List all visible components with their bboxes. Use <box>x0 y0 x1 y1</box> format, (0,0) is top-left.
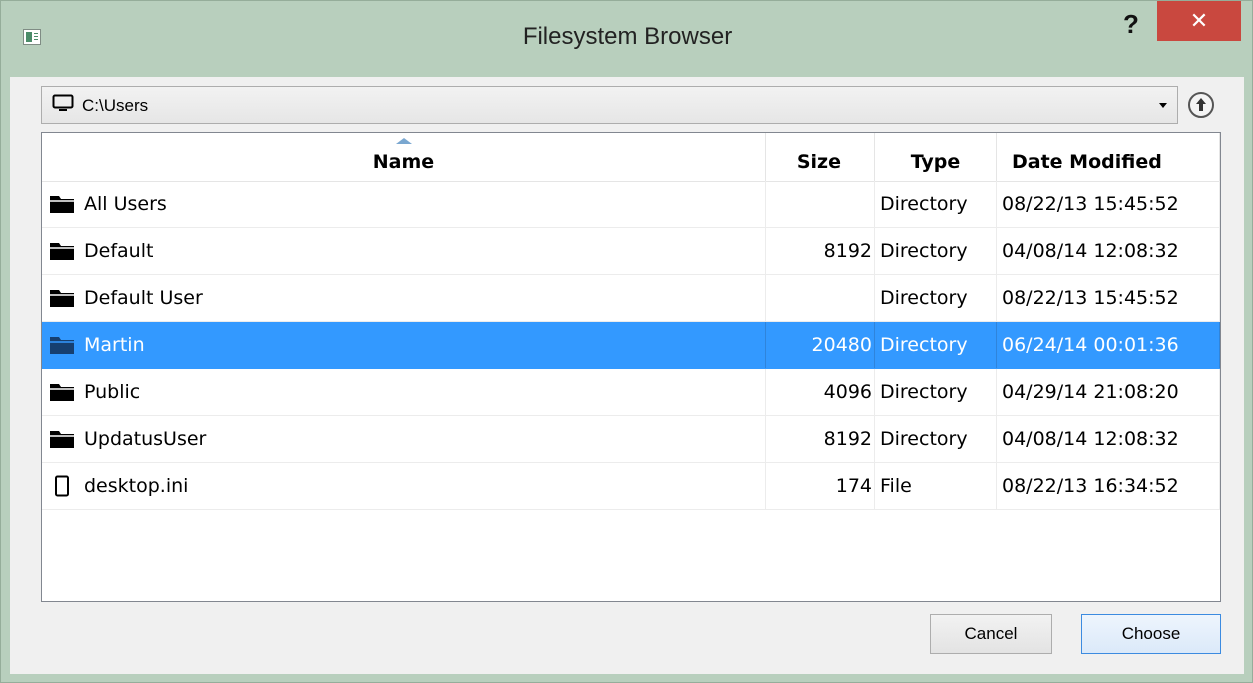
cell-size: 8192 <box>766 416 875 462</box>
column-header-type[interactable]: Type <box>875 133 997 181</box>
title-bar[interactable]: Filesystem Browser ? ✕ <box>1 1 1252 77</box>
table-row[interactable]: Martin 20480 Directory 06/24/14 00:01:36 <box>42 322 1220 369</box>
cell-date: 04/29/14 21:08:20 <box>997 369 1220 415</box>
file-icon <box>55 475 69 497</box>
table-row[interactable]: Public 4096 Directory 04/29/14 21:08:20 <box>42 369 1220 416</box>
cell-type: Directory <box>875 228 997 274</box>
table-row[interactable]: desktop.ini 174 File 08/22/13 16:34:52 <box>42 463 1220 510</box>
chevron-down-icon[interactable] <box>1159 103 1167 108</box>
choose-button[interactable]: Choose <box>1081 614 1221 654</box>
help-button[interactable]: ? <box>1111 1 1151 41</box>
cell-size: 174 <box>766 463 875 509</box>
table-row[interactable]: Default 8192 Directory 04/08/14 12:08:32 <box>42 228 1220 275</box>
window-title: Filesystem Browser <box>522 23 733 50</box>
cell-type: Directory <box>875 322 997 368</box>
table-row[interactable]: UpdatusUser 8192 Directory 04/08/14 12:0… <box>42 416 1220 463</box>
cell-size: 8192 <box>766 228 875 274</box>
column-header-name[interactable]: Name <box>42 133 766 181</box>
file-list[interactable]: Name Size Type Date Modified All Users D… <box>41 132 1221 602</box>
folder-icon <box>50 243 74 260</box>
cell-size <box>766 275 875 321</box>
folder-icon <box>50 337 74 354</box>
cell-type: File <box>875 463 997 509</box>
close-icon: ✕ <box>1189 8 1209 34</box>
cell-name: desktop.ini <box>42 463 766 509</box>
cell-type: Directory <box>875 275 997 321</box>
folder-icon <box>50 431 74 448</box>
folder-icon <box>50 290 74 307</box>
table-row[interactable]: All Users Directory 08/22/13 15:45:52 <box>42 181 1220 228</box>
list-rows: All Users Directory 08/22/13 15:45:52 De… <box>42 181 1220 510</box>
column-header-size[interactable]: Size <box>766 133 875 181</box>
computer-icon <box>52 94 74 111</box>
cell-name: Martin <box>42 322 766 368</box>
cell-date: 08/22/13 15:45:52 <box>997 181 1220 227</box>
cell-date: 08/22/13 15:45:52 <box>997 275 1220 321</box>
cell-name: UpdatusUser <box>42 416 766 462</box>
sort-ascending-icon <box>395 138 412 144</box>
cell-name: Default User <box>42 275 766 321</box>
cell-name: Public <box>42 369 766 415</box>
cell-type: Directory <box>875 416 997 462</box>
list-header: Name Size Type Date Modified <box>42 133 1220 182</box>
dialog-content: C:\Users Name Size Type Date Modified Al… <box>10 77 1244 674</box>
cell-date: 08/22/13 16:34:52 <box>997 463 1220 509</box>
column-header-date-modified[interactable]: Date Modified <box>997 133 1220 181</box>
cell-name: Default <box>42 228 766 274</box>
filesystem-browser-window: Filesystem Browser ? ✕ C:\Users Name Siz… <box>0 0 1253 683</box>
path-text: C:\Users <box>82 96 149 115</box>
folder-icon <box>50 196 74 213</box>
cancel-button[interactable]: Cancel <box>930 614 1052 654</box>
cell-size: 20480 <box>766 322 875 368</box>
cell-type: Directory <box>875 181 997 227</box>
parent-directory-button[interactable] <box>1185 89 1217 121</box>
cell-date: 06/24/14 00:01:36 <box>997 322 1220 368</box>
cell-name: All Users <box>42 181 766 227</box>
cell-type: Directory <box>875 369 997 415</box>
cell-size <box>766 181 875 227</box>
folder-icon <box>50 384 74 401</box>
table-row[interactable]: Default User Directory 08/22/13 15:45:52 <box>42 275 1220 322</box>
close-button[interactable]: ✕ <box>1157 1 1241 41</box>
cell-date: 04/08/14 12:08:32 <box>997 416 1220 462</box>
cell-date: 04/08/14 12:08:32 <box>997 228 1220 274</box>
cell-size: 4096 <box>766 369 875 415</box>
path-combobox[interactable]: C:\Users <box>41 86 1178 124</box>
